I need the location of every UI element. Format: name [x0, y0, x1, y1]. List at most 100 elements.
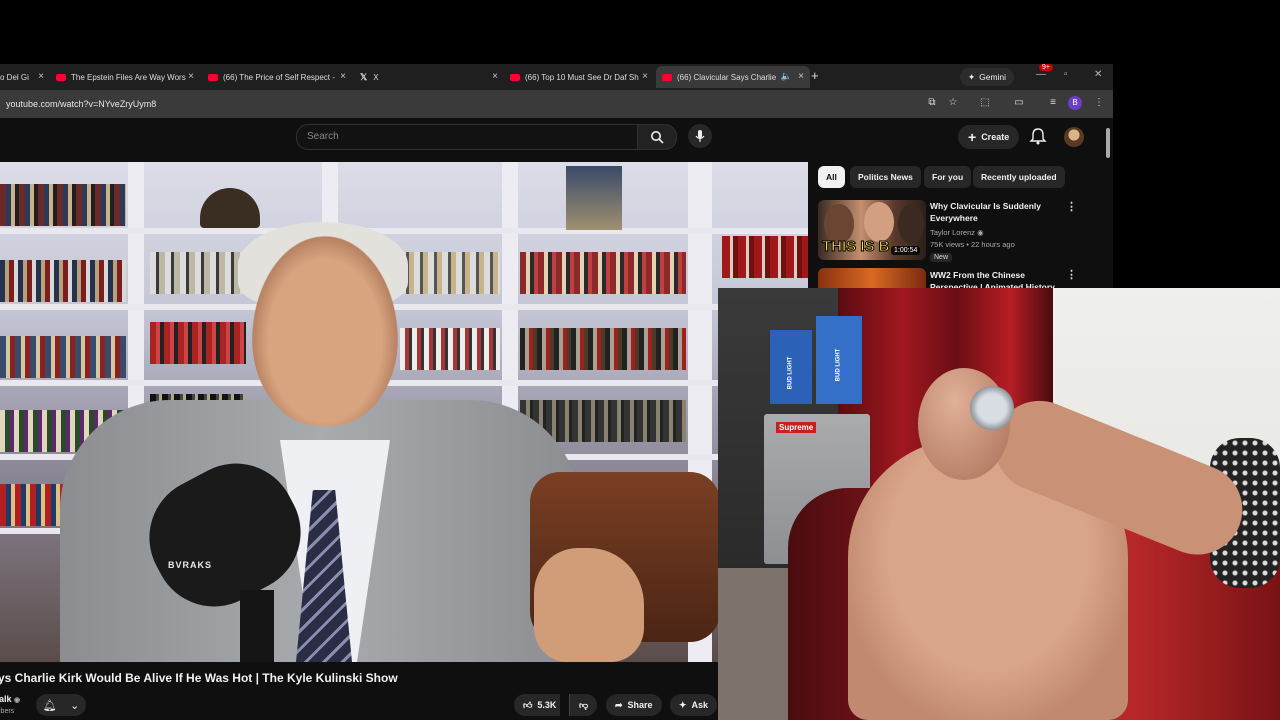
subscription-bell-button[interactable]: 🔔︎ ⌄ [36, 694, 86, 716]
shelf [0, 304, 808, 310]
chip-recently-uploaded[interactable]: Recently uploaded [973, 166, 1065, 188]
tab-4[interactable]: 𝕏 X × [360, 66, 498, 88]
thumbs-up-icon: 👍︎ [523, 699, 533, 710]
bookmark-star-icon[interactable]: ☆ [946, 96, 960, 110]
more-options-icon[interactable]: ⋮ [1066, 200, 1077, 213]
close-icon[interactable]: × [492, 71, 498, 82]
close-icon[interactable]: × [38, 71, 44, 82]
gemini-button[interactable]: ✦ Gemini [960, 68, 1015, 86]
chevron-down-icon: ⌄ [70, 699, 80, 712]
decor-statue [200, 188, 260, 228]
books [520, 328, 686, 370]
plus-icon: + [968, 129, 977, 145]
voice-search-button[interactable] [688, 124, 712, 148]
x-logo-icon: 𝕏 [360, 71, 368, 82]
profile-avatar[interactable]: B [1068, 96, 1082, 110]
mic-stand [240, 590, 274, 662]
search-box[interactable]: Search [296, 124, 638, 150]
video-title: ys Charlie Kirk Would Be Alive If He Was… [0, 671, 398, 685]
tab-2[interactable]: The Epstein Files Are Way Wors × [56, 66, 194, 88]
notification-count-badge: 9+ [1039, 64, 1053, 71]
youtube-icon [510, 73, 520, 81]
channel-name[interactable]: alk ◉ [0, 694, 20, 704]
thumbnail-text: THIS IS B [822, 238, 891, 256]
beer-case: BUD LIGHT [770, 330, 812, 404]
window-close-icon[interactable]: ✕ [1094, 69, 1102, 80]
mic-brand-label: BVRAKS [168, 560, 213, 570]
thumbnail-face [864, 202, 894, 242]
books [520, 252, 686, 294]
subscriber-count: ibers [0, 708, 15, 715]
media-controls-icon[interactable]: ≡ [1046, 96, 1060, 110]
youtube-icon [56, 73, 66, 81]
recommendation-title[interactable]: Why Clavicular Is Suddenly Everywhere [930, 200, 1060, 224]
thumbnail-face [898, 204, 924, 244]
books [0, 260, 126, 302]
tab-6-title: (66) Clavicular Says Charlie [677, 72, 777, 82]
thumbs-down-icon: 👎︎ [579, 699, 589, 710]
recommendation-thumbnail[interactable]: THIS IS B 1:00:54 [818, 200, 926, 260]
tab-1-title: o Del Gi [0, 72, 29, 82]
ask-button[interactable]: ✦ Ask [670, 694, 718, 716]
video-duration: 1:00:54 [891, 246, 921, 255]
books [400, 252, 500, 294]
like-button[interactable]: 👍︎ 5.3K [514, 694, 561, 716]
book-cover [566, 166, 622, 230]
bell-icon: 🔔︎ [42, 699, 57, 712]
youtube-icon [662, 73, 672, 81]
maximize-icon[interactable]: ▫ [1064, 69, 1068, 80]
tab-3-title: (66) The Price of Self Respect - [223, 72, 335, 82]
books [400, 328, 500, 370]
account-avatar[interactable] [1064, 127, 1084, 147]
create-label: Create [981, 132, 1010, 142]
extensions-icon[interactable]: ⬚ [978, 96, 992, 110]
install-app-icon[interactable]: ⧉ [925, 96, 939, 110]
webcam-overlay: BUD LIGHT BUD LIGHT Supreme [718, 288, 1280, 720]
recommendation-title[interactable]: WW2 From the Chinese Perspective | Anima… [930, 269, 1060, 288]
dislike-button[interactable]: 👎︎ [569, 694, 598, 716]
search-button[interactable] [637, 124, 677, 150]
create-button[interactable]: + Create [958, 125, 1020, 149]
youtube-header: Search + Create [0, 118, 1113, 162]
share-label: Share [627, 700, 653, 710]
books [0, 184, 126, 226]
tab-4-title: X [373, 72, 379, 82]
fridge-sticker: Supreme [776, 422, 817, 433]
recommendation-thumbnail[interactable] [818, 268, 926, 288]
tab-5[interactable]: (66) Top 10 Must See Dr Daf Sh × [510, 66, 648, 88]
books [0, 336, 126, 378]
new-badge: New [930, 253, 953, 262]
tab-3[interactable]: (66) The Price of Self Respect - × [208, 66, 346, 88]
shelf [0, 380, 808, 386]
more-options-icon[interactable]: ⋮ [1066, 268, 1077, 281]
beer-case-label: BUD LIGHT [835, 348, 842, 382]
tab-5-title: (66) Top 10 Must See Dr Daf Sh [525, 72, 639, 82]
recommendation-channel[interactable]: Taylor Lorenz ◉ [930, 228, 984, 237]
ask-label: Ask [691, 700, 709, 710]
close-icon[interactable]: × [798, 71, 804, 82]
host-hand [534, 548, 644, 662]
notifications-bell-icon[interactable] [1028, 126, 1048, 146]
close-icon[interactable]: × [642, 71, 648, 82]
browser-menu-icon[interactable]: ⋮ [1092, 96, 1106, 110]
main-video-player[interactable]: BVRAKS [0, 162, 808, 662]
chip-for-you[interactable]: For you [924, 166, 972, 188]
speaker-icon[interactable]: 🔈 [781, 71, 792, 82]
host-face [252, 236, 398, 426]
url-field[interactable]: youtube.com/watch?v=NYveZryUym8 [6, 99, 156, 109]
verified-icon: ◉ [977, 228, 984, 237]
chip-politics-news[interactable]: Politics News [850, 166, 921, 188]
books [150, 252, 246, 294]
search-input[interactable]: Search [307, 131, 339, 142]
split-view-icon[interactable]: ▭ [1012, 96, 1026, 110]
like-count: 5.3K [537, 700, 557, 710]
recommendation-meta: 75K views • 22 hours ago [930, 240, 1015, 249]
tab-1[interactable]: o Del Gi × [0, 66, 44, 88]
page-scrollbar[interactable] [1106, 128, 1110, 158]
close-icon[interactable]: × [188, 71, 194, 82]
tab-6-active[interactable]: (66) Clavicular Says Charlie 🔈 × [656, 66, 810, 88]
chip-all[interactable]: All [818, 166, 845, 188]
new-tab-button[interactable]: + [811, 68, 819, 83]
close-icon[interactable]: × [340, 71, 346, 82]
share-button[interactable]: ➦ Share [606, 694, 662, 716]
